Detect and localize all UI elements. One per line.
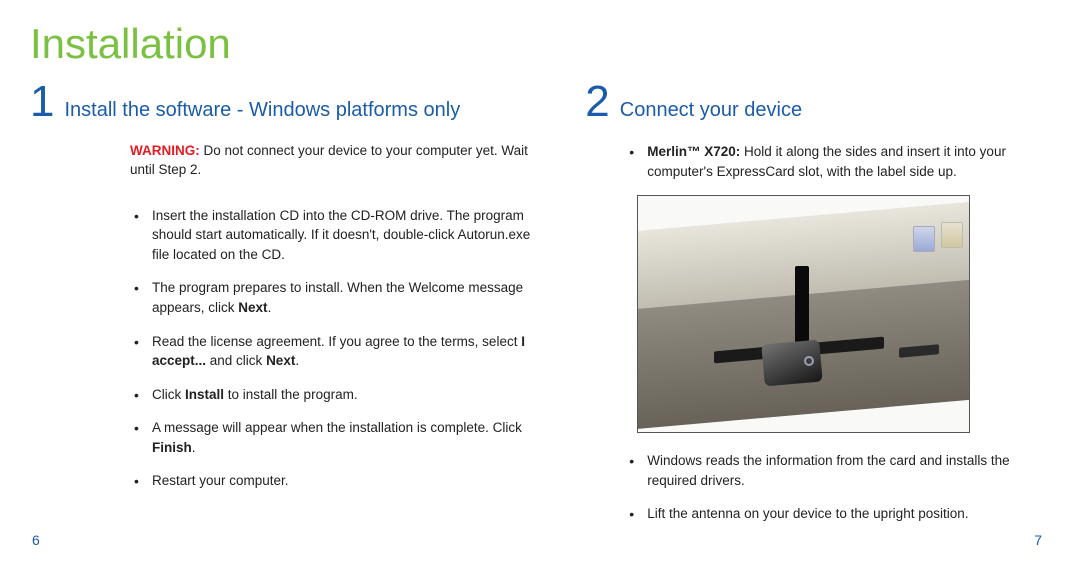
step-2-title: Connect your device — [620, 98, 802, 122]
bullet-text: Read the license agreement. If you agree… — [152, 334, 521, 349]
bullet-text: . — [268, 300, 272, 315]
step-1-number: 1 — [30, 80, 54, 124]
bullet-text: Click — [152, 387, 185, 402]
bullet-text: Insert the installation CD into the CD-R… — [152, 208, 530, 262]
list-item: Windows reads the information from the c… — [625, 451, 1040, 490]
step-2-header: 2 Connect your device — [585, 80, 1040, 124]
bullet-text: . — [295, 353, 299, 368]
bullet-bold: Merlin™ X720: — [647, 144, 740, 159]
device-image — [637, 195, 970, 433]
bullet-text: and click — [206, 353, 266, 368]
bullet-bold: Finish — [152, 440, 192, 455]
right-column: 2 Connect your device Merlin™ X720: Hold… — [585, 80, 1040, 538]
list-item: Read the license agreement. If you agree… — [130, 332, 535, 371]
list-item: Lift the antenna on your device to the u… — [625, 504, 1040, 524]
bullet-text: Lift the antenna on your device to the u… — [647, 506, 968, 521]
page-number-left: 6 — [32, 532, 40, 548]
sticker-icon — [941, 222, 963, 248]
step-1-title: Install the software - Windows platforms… — [64, 98, 460, 122]
step-1-bullets: Insert the installation CD into the CD-R… — [130, 206, 535, 491]
step-2-number: 2 — [585, 80, 609, 124]
warning-block: WARNING: Do not connect your device to y… — [130, 142, 535, 180]
list-item: Restart your computer. — [130, 471, 535, 491]
list-item: The program prepares to install. When th… — [130, 278, 535, 317]
device-antenna — [795, 266, 809, 348]
bullet-text: The program prepares to install. When th… — [152, 280, 523, 315]
list-item: Merlin™ X720: Hold it along the sides an… — [625, 142, 1040, 181]
list-item: Insert the installation CD into the CD-R… — [130, 206, 535, 265]
bullet-bold: Next — [238, 300, 267, 315]
bullet-bold: Install — [185, 387, 224, 402]
columns-layout: 1 Install the software - Windows platfor… — [30, 80, 1040, 538]
list-item: Click Install to install the program. — [130, 385, 535, 405]
bullet-text: Windows reads the information from the c… — [647, 453, 1009, 488]
page-title: Installation — [30, 20, 1040, 68]
bullet-text: Restart your computer. — [152, 473, 289, 488]
step-2-top-bullets: Merlin™ X720: Hold it along the sides an… — [625, 142, 1040, 181]
page-number-right: 7 — [1034, 532, 1042, 548]
left-column: 1 Install the software - Windows platfor… — [30, 80, 535, 538]
bullet-bold: Next — [266, 353, 295, 368]
bullet-text: to install the program. — [224, 387, 358, 402]
bullet-text: . — [192, 440, 196, 455]
step-2-bottom-bullets: Windows reads the information from the c… — [625, 451, 1040, 524]
list-item: A message will appear when the installat… — [130, 418, 535, 457]
warning-label: WARNING: — [130, 143, 200, 158]
merlin-device — [762, 340, 823, 387]
bullet-text: A message will appear when the installat… — [152, 420, 522, 435]
step-1-header: 1 Install the software - Windows platfor… — [30, 80, 535, 124]
sticker-icon — [913, 226, 935, 252]
